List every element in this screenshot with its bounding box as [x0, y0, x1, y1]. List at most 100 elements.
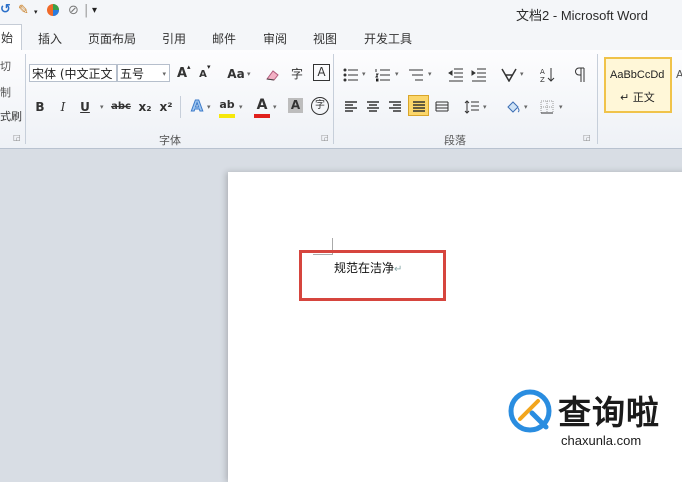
- watermark-subtitle: chaxunla.com: [561, 433, 642, 448]
- paragraph-text: 规范在洁净: [334, 261, 395, 275]
- asian-layout-icon: [501, 68, 517, 82]
- shrink-caret-icon: ▾: [207, 63, 211, 71]
- show-marks-button[interactable]: [571, 64, 589, 84]
- tab-view[interactable]: 视图: [313, 30, 337, 47]
- ribbon: 切 制 式刷 ◲ 宋体 (中文正文 五号 ▾ A ▴ A ▾ Aa ▾ 字 A …: [0, 50, 682, 149]
- distributed-button[interactable]: [433, 96, 451, 116]
- clipboard-launcher-icon[interactable]: ◲: [13, 133, 21, 142]
- tab-insert[interactable]: 插入: [38, 30, 62, 47]
- group-divider: [597, 54, 598, 144]
- highlight-button[interactable]: ab: [218, 95, 236, 115]
- pilcrow-icon: [575, 67, 585, 82]
- font-size-value: 五号: [120, 67, 145, 81]
- increase-indent-button[interactable]: [470, 64, 488, 84]
- chevron-down-icon: ▾: [100, 103, 104, 111]
- tab-page-layout[interactable]: 页面布局: [88, 30, 136, 47]
- sort-az-icon: AZ: [540, 67, 555, 83]
- align-center-button[interactable]: [364, 96, 382, 116]
- bold-button[interactable]: B: [33, 97, 47, 117]
- dropdown-icon[interactable]: ▾: [34, 8, 38, 24]
- paragraph-mark: ↵: [394, 264, 403, 275]
- paragraph-launcher-icon[interactable]: ◲: [583, 133, 591, 142]
- font-launcher-icon[interactable]: ◲: [321, 133, 329, 142]
- multilevel-list-icon: [409, 69, 423, 80]
- tab-review[interactable]: 审阅: [263, 30, 287, 47]
- justify-icon: [412, 100, 425, 112]
- chevron-down-icon: ▾: [559, 103, 563, 111]
- char-shading-button[interactable]: A: [288, 98, 303, 113]
- chevron-down-icon: ▾: [247, 70, 251, 78]
- copy-button[interactable]: 制: [0, 84, 11, 100]
- color-wheel-icon[interactable]: [46, 3, 60, 19]
- tab-developer[interactable]: 开发工具: [364, 30, 412, 47]
- change-case-button[interactable]: Aa: [226, 64, 246, 84]
- line-spacing-button[interactable]: [463, 96, 481, 116]
- justify-button[interactable]: [408, 95, 429, 116]
- style-name: ↵ 正文: [620, 91, 655, 104]
- clear-format-icon[interactable]: ⊘: [68, 3, 79, 19]
- distribute-icon: [435, 101, 449, 111]
- clear-formatting-button[interactable]: [264, 64, 282, 84]
- title-bar: ↺ ✎ ▾ ⊘ | ▾ 文档2 - Microsoft Word: [0, 0, 682, 24]
- paragraph-group-label: 段落: [444, 134, 466, 147]
- chevron-down-icon: ▾: [162, 70, 166, 78]
- font-group-label: 字体: [159, 134, 181, 147]
- font-name-combo[interactable]: 宋体 (中文正文: [29, 64, 117, 82]
- phonetic-guide-button[interactable]: 字: [288, 64, 306, 84]
- italic-button[interactable]: I: [56, 97, 70, 117]
- separator: |: [84, 3, 89, 18]
- chevron-down-icon: ▾: [273, 103, 277, 111]
- font-color-button[interactable]: A: [254, 95, 270, 115]
- undo-icon[interactable]: ↺: [0, 2, 11, 18]
- shading-button[interactable]: [504, 96, 522, 116]
- format-painter-icon[interactable]: ✎: [18, 3, 29, 19]
- svg-text:A: A: [540, 68, 545, 76]
- chevron-down-icon: ▾: [239, 103, 243, 111]
- align-right-icon: [389, 100, 401, 112]
- asian-layout-button[interactable]: [500, 64, 518, 84]
- tab-references[interactable]: 引用: [162, 30, 186, 47]
- align-left-icon: [345, 100, 357, 112]
- next-style-tile[interactable]: A: [676, 68, 682, 81]
- format-painter-button[interactable]: 式刷: [0, 108, 22, 124]
- watermark-logo-icon: [508, 389, 552, 433]
- underline-button[interactable]: U: [78, 97, 92, 117]
- group-divider: [25, 54, 26, 144]
- sort-button[interactable]: AZ: [538, 64, 556, 84]
- style-normal-tile[interactable]: AaBbCcDd ↵ 正文: [604, 57, 672, 113]
- customize-qat-icon[interactable]: ▾: [92, 5, 97, 21]
- bullet-list-icon: [343, 68, 358, 81]
- superscript-button[interactable]: x²: [158, 97, 174, 117]
- align-left-button[interactable]: [342, 96, 360, 116]
- chevron-down-icon: ▾: [395, 70, 399, 78]
- chevron-down-icon: ▾: [483, 103, 487, 111]
- window-title: 文档2 - Microsoft Word: [516, 8, 648, 23]
- char-border-button[interactable]: A: [313, 64, 330, 81]
- style-preview-text: AaBbCcDd: [610, 69, 665, 81]
- multilevel-list-button[interactable]: [407, 64, 425, 84]
- tab-start-label[interactable]: 始: [1, 29, 13, 46]
- cut-button[interactable]: 切: [0, 58, 11, 74]
- numbering-button[interactable]: [374, 64, 392, 84]
- document-paragraph[interactable]: 规范在洁净↵: [334, 259, 402, 276]
- group-divider: [333, 54, 334, 144]
- chevron-down-icon: ▾: [524, 103, 528, 111]
- align-right-button[interactable]: [386, 96, 404, 116]
- enclose-chars-button[interactable]: 字: [311, 97, 329, 115]
- decrease-indent-button[interactable]: [447, 64, 465, 84]
- watermark-title: 查询啦: [558, 393, 660, 432]
- paint-bucket-icon: [507, 100, 520, 113]
- chevron-down-icon: ▾: [428, 70, 432, 78]
- tab-mailings[interactable]: 邮件: [212, 30, 236, 47]
- strikethrough-button[interactable]: abc: [110, 97, 132, 117]
- font-size-combo[interactable]: 五号 ▾: [117, 64, 170, 82]
- subscript-button[interactable]: x₂: [137, 97, 153, 117]
- highlight-color-bar: [219, 114, 235, 118]
- bullets-button[interactable]: [342, 64, 360, 84]
- font-color-bar: [254, 114, 270, 118]
- border-icon: [540, 100, 554, 113]
- svg-text:Z: Z: [540, 76, 545, 83]
- text-effects-button[interactable]: A: [189, 96, 205, 116]
- eraser-icon: [266, 69, 279, 81]
- borders-button[interactable]: [538, 96, 556, 116]
